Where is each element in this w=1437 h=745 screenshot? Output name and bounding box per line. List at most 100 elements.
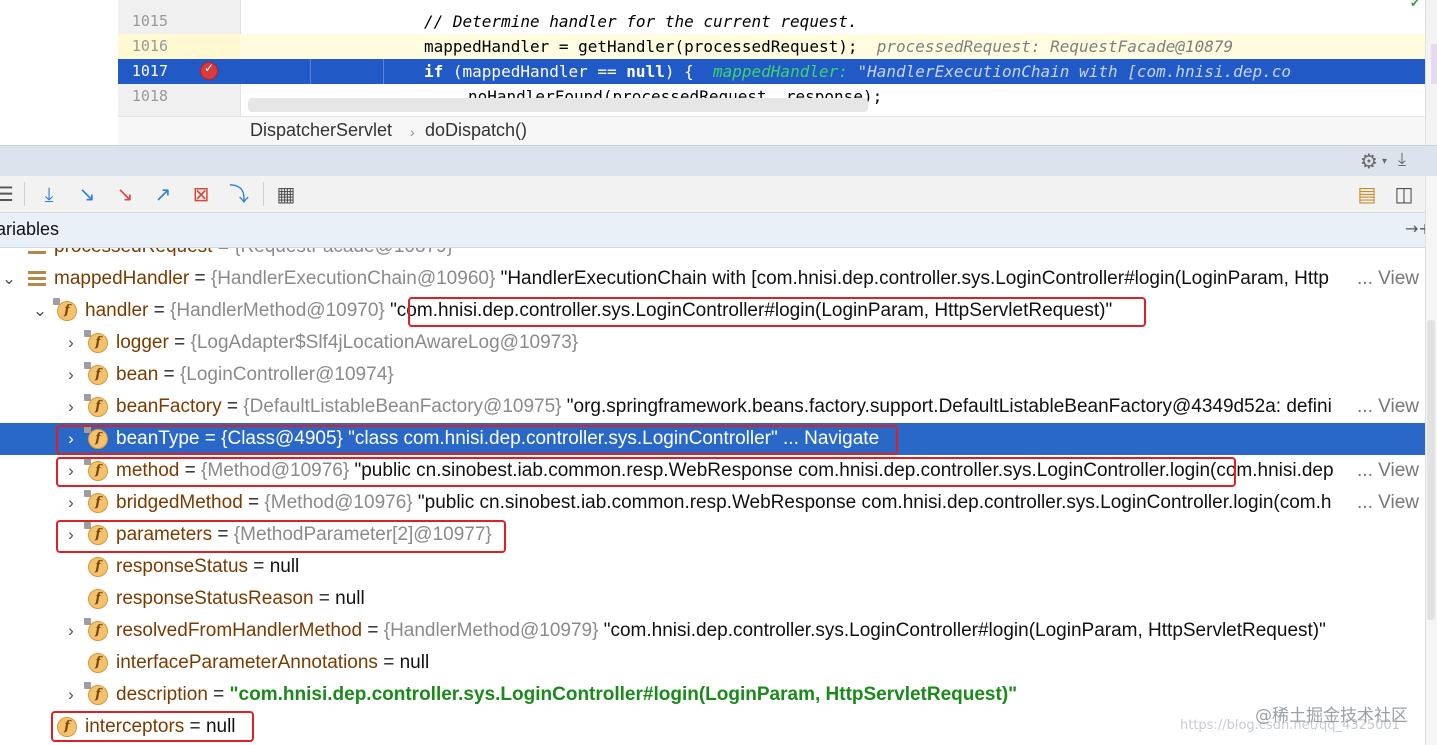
tree-row-description[interactable]: › f description = "com.hnisi.dep.controlle… <box>0 679 1425 711</box>
variable-name: bean <box>116 364 159 385</box>
inline-debug-value: "HandlerExecutionChain with [com.hnisi.d… <box>857 62 1291 81</box>
scrollbar-marker <box>1431 44 1437 84</box>
tree-row-parameters[interactable]: › f parameters = {MethodParameter[2]@10977… <box>0 519 1425 551</box>
tree-row-bean-factory[interactable]: › f beanFactory = {DefaultListableBeanFact… <box>0 391 1425 423</box>
chevron-right-icon[interactable]: › <box>63 423 79 455</box>
equals-sign: = <box>242 492 265 513</box>
breadcrumb-class[interactable]: DispatcherServlet <box>250 120 392 141</box>
variable-value: null <box>205 716 236 737</box>
variables-tree[interactable]: processedRequest = {RequestFacade@10879}… <box>0 248 1425 745</box>
view-link[interactable]: ... View <box>1351 391 1419 423</box>
breadcrumb-method[interactable]: doDispatch() <box>425 120 527 141</box>
chevron-down-icon[interactable]: ⌄ <box>32 295 48 327</box>
tree-row-interface-parameter-annotations[interactable]: f interfaceParameterAnnotations = null <box>0 647 1425 679</box>
indent-guide <box>383 59 384 84</box>
equals-sign: = <box>158 364 180 385</box>
code-text: if (mappedHandler == null) { mappedHandl… <box>424 59 1291 84</box>
step-over-icon[interactable]: ↘ <box>74 182 100 206</box>
tree-row-bridged-method[interactable]: › f bridgedMethod = {Method@10976} "public… <box>0 487 1425 519</box>
watermark: @稀土掘金技术社区 <box>1255 706 1408 726</box>
variable-name: parameters <box>116 524 213 545</box>
variable-value: null <box>399 652 430 673</box>
step-out-icon[interactable]: ↗ <box>150 182 176 206</box>
field-icon: f <box>84 522 108 545</box>
tree-row-handler[interactable]: ⌄ f handler = {HandlerMethod@10970} "com.h… <box>0 295 1425 327</box>
drop-frame-icon[interactable]: ⊠ <box>188 182 214 206</box>
tree-row-bean-type[interactable]: › f beanType = {Class@4905} "class com.hni… <box>0 423 1425 455</box>
variable-type: {Class@4905} <box>221 428 343 449</box>
code-line-1015[interactable]: 1015 // Determine handler for the curren… <box>118 9 1425 34</box>
chevron-right-icon[interactable]: › <box>63 487 79 519</box>
breadcrumb-separator-icon: › <box>410 124 415 140</box>
tree-row-logger[interactable]: › f logger = {LogAdapter$Slf4jLocationAwar… <box>0 327 1425 359</box>
field-icon: f <box>88 653 108 673</box>
code-editor[interactable]: 1015 // Determine handler for the curren… <box>0 0 1437 145</box>
view-link[interactable]: ... View <box>1351 263 1419 295</box>
code-line-1016[interactable]: 1016 mappedHandler = getHandler(processe… <box>118 34 1425 59</box>
variable-text: resolvedFromHandlerMethod = {HandlerMeth… <box>116 615 1326 647</box>
frames-icon[interactable]: ▤ <box>1354 182 1380 206</box>
equals-sign: = <box>377 652 400 673</box>
tree-row-method[interactable]: › f method = {Method@10976} "public cn.sin… <box>0 455 1425 487</box>
variable-type: {LogAdapter$Slf4jLocationAwareLog@10973} <box>190 332 579 353</box>
tree-row-mapped-handler[interactable]: ⌄ mappedHandler = {HandlerExecutionChain@… <box>0 263 1425 295</box>
chevron-right-icon[interactable]: › <box>63 391 79 423</box>
editor-left-strip <box>0 0 118 145</box>
hide-panel-icon[interactable]: ⤓ <box>1398 149 1406 170</box>
equals-sign: = <box>168 332 191 353</box>
code-text: mappedHandler = getHandler(processedRequ… <box>424 34 1233 59</box>
equals-sign: = <box>212 524 234 545</box>
chevron-right-icon[interactable]: › <box>63 615 79 647</box>
scrollbar-thumb[interactable] <box>1427 320 1435 620</box>
variables-title: ariables <box>0 219 60 239</box>
tree-row-resolved-from-handler-method[interactable]: › f resolvedFromHandlerMethod = {HandlerMe… <box>0 615 1425 647</box>
variable-text: description = "com.hnisi.dep.controller.… <box>116 679 1017 711</box>
chevron-right-icon[interactable]: › <box>63 679 79 711</box>
tree-row-bean[interactable]: › f bean = {LoginController@10974} <box>0 359 1425 391</box>
code-brace: ) { <box>664 62 694 81</box>
horizontal-scrollbar[interactable] <box>248 98 868 112</box>
field-icon: f <box>84 682 108 705</box>
variable-type: {HandlerMethod@10970} <box>170 300 385 321</box>
show-execution-point-icon[interactable]: ⤓ <box>36 182 62 206</box>
step-into-icon[interactable]: ↘ <box>112 182 138 206</box>
field-icon: f <box>84 426 108 449</box>
breakpoint-icon[interactable] <box>201 61 217 79</box>
keyword-null: null <box>626 62 665 81</box>
field-icon: f <box>84 618 108 641</box>
chevron-right-icon[interactable]: › <box>63 455 79 487</box>
variable-text: method = {Method@10976} "public cn.sinob… <box>116 455 1334 487</box>
variable-type: {LoginController@10974} <box>179 364 394 385</box>
equals-sign: = <box>212 248 234 257</box>
variable-icon <box>28 248 46 255</box>
tree-row-processed-request[interactable]: processedRequest = {RequestFacade@10879} <box>0 248 1425 263</box>
chevron-down-icon[interactable]: ▾ <box>1382 156 1387 167</box>
tree-row-response-status-reason[interactable]: f responseStatusReason = null <box>0 583 1425 615</box>
variable-value: "HandlerExecutionChain with [com.hnisi.d… <box>500 268 1329 289</box>
view-link[interactable]: ... View <box>1351 455 1419 487</box>
variable-text: handler = {HandlerMethod@10970} "com.hni… <box>85 295 1112 327</box>
variable-name: logger <box>116 332 169 353</box>
variable-type: {Method@10976} <box>201 460 350 481</box>
field-icon: f <box>53 298 77 321</box>
evaluate-expression-icon[interactable]: ▦ <box>273 182 299 206</box>
chevron-right-icon[interactable]: › <box>63 359 79 391</box>
variables-panel-header: ariables →+ <box>0 213 1437 248</box>
variable-text: interceptors = null <box>85 711 236 743</box>
run-to-cursor-icon[interactable]: ⤵ <box>226 182 252 206</box>
variable-name: description <box>116 684 208 705</box>
variable-name: interceptors <box>85 716 185 737</box>
code-line-1017[interactable]: 1017 if (mappedHandler == null) { mapped… <box>118 59 1425 84</box>
layout-icon[interactable]: ◫ <box>1391 182 1417 206</box>
variable-name: mappedHandler <box>54 268 190 289</box>
chevron-right-icon[interactable]: › <box>63 519 79 551</box>
chevron-down-icon[interactable]: ⌄ <box>1 263 17 295</box>
variable-value: "com.hnisi.dep.controller.sys.LoginContr… <box>229 684 1018 705</box>
chevron-right-icon[interactable]: › <box>63 327 79 359</box>
equals-sign: = <box>148 300 171 321</box>
gear-icon[interactable]: ⚙ <box>1360 149 1378 173</box>
navigate-link[interactable]: ... Navigate <box>783 428 879 449</box>
view-link[interactable]: ... View <box>1351 487 1419 519</box>
menu-icon[interactable]: ☰ <box>0 182 18 206</box>
tree-row-response-status[interactable]: f responseStatus = null <box>0 551 1425 583</box>
